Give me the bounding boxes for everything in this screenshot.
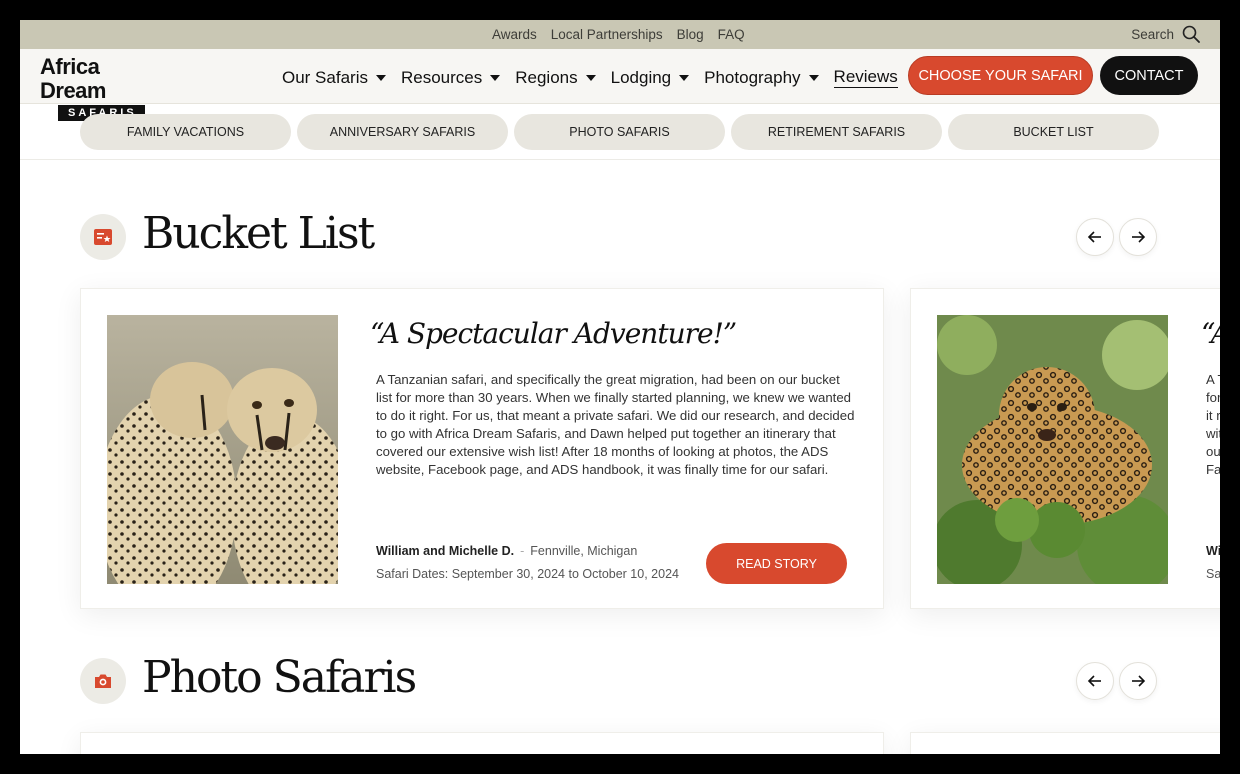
caret-down-icon [375, 74, 386, 81]
nav-label: Lodging [610, 67, 672, 87]
review-quote-title: “A Spectacular Adventure!” [370, 317, 737, 350]
nav-reviews[interactable]: Reviews [833, 67, 898, 88]
utility-link-awards[interactable]: Awards [492, 27, 537, 42]
arrow-left-icon [1087, 231, 1101, 243]
photo-safari-card-next [910, 732, 1220, 754]
nav-resources[interactable]: Resources [400, 67, 501, 88]
main-nav: Our Safaris Resources Regions Lodging Ph… [282, 67, 898, 88]
bucket-list-heading: Bucket List [142, 208, 375, 259]
arrow-right-icon [1132, 231, 1146, 243]
arrow-right-icon [1132, 675, 1146, 687]
browser-viewport: Awards Local Partnerships Blog FAQ Searc… [20, 20, 1220, 754]
photo-next-button[interactable] [1119, 662, 1157, 700]
review-author-line: Wi [1206, 544, 1220, 558]
category-pills: FAMILY VACATIONS ANNIVERSARY SAFARIS PHO… [80, 114, 1159, 150]
header-divider [20, 159, 1220, 160]
review-body: A T for it r wit ou Fac [1206, 371, 1220, 479]
nav-label: Our Safaris [282, 67, 368, 87]
camera-icon [95, 674, 111, 688]
device-frame: Awards Local Partnerships Blog FAQ Searc… [0, 0, 1240, 774]
utility-link-blog[interactable]: Blog [677, 27, 704, 42]
caret-down-icon [808, 74, 819, 81]
bucket-list-section-icon [80, 214, 126, 260]
nav-label: Reviews [833, 67, 898, 88]
pill-family-vacations[interactable]: FAMILY VACATIONS [80, 114, 291, 150]
utility-links: Awards Local Partnerships Blog FAQ [492, 27, 745, 42]
list-star-icon [94, 229, 112, 245]
nav-regions[interactable]: Regions [515, 67, 596, 88]
search-icon [1182, 25, 1200, 43]
photo-safaris-section-icon [80, 658, 126, 704]
review-body: A Tanzanian safari, and specifically the… [376, 372, 855, 477]
choose-your-safari-button[interactable]: CHOOSE YOUR SAFARI [908, 56, 1093, 95]
leopard-photo [937, 315, 1168, 584]
review-author: William and Michelle D. [376, 544, 515, 558]
review-dates: Safari Dates: September 30, 2024 to Octo… [376, 567, 679, 581]
review-author-line: William and Michelle D. - Fennville, Michi… [376, 544, 637, 558]
caret-down-icon [585, 74, 596, 81]
main-header: Africa Dream SAFARIS Our Safaris Resourc… [20, 49, 1220, 121]
photo-safaris-heading: Photo Safaris [142, 652, 417, 703]
bucket-prev-button[interactable] [1076, 218, 1114, 256]
contact-button[interactable]: CONTACT [1100, 56, 1198, 95]
nav-photography[interactable]: Photography [704, 67, 819, 88]
site-logo[interactable]: Africa Dream SAFARIS [40, 55, 160, 121]
review-body-line: ou [1206, 444, 1220, 459]
nav-lodging[interactable]: Lodging [611, 67, 690, 88]
search-button[interactable]: Search [1131, 25, 1200, 43]
review-body-line: for [1206, 390, 1220, 405]
nav-our-safaris[interactable]: Our Safaris [282, 67, 386, 88]
review-card-next: “A A T for it r wit ou Fac Wi Sa [910, 288, 1220, 609]
read-story-button[interactable]: READ STORY [706, 543, 847, 584]
pill-anniversary-safaris[interactable]: ANNIVERSARY SAFARIS [297, 114, 508, 150]
review-quote-title: “A [1201, 317, 1220, 350]
utility-bar: Awards Local Partnerships Blog FAQ Searc… [20, 20, 1220, 49]
review-body-line: it r [1206, 408, 1220, 423]
search-label: Search [1131, 26, 1174, 42]
nav-label: Regions [515, 67, 578, 87]
cheetah-photo [107, 315, 338, 584]
review-location: Fennville, Michigan [530, 544, 638, 558]
author-separator: - [520, 544, 525, 558]
pill-photo-safaris[interactable]: PHOTO SAFARIS [514, 114, 725, 150]
bucket-next-button[interactable] [1119, 218, 1157, 256]
review-author: Wi [1206, 544, 1220, 558]
nav-label: Photography [704, 67, 801, 87]
review-body-line: Fac [1206, 462, 1220, 477]
review-card: “A Spectacular Adventure!” A Tanzanian s… [80, 288, 884, 609]
pill-retirement-safaris[interactable]: RETIREMENT SAFARIS [731, 114, 942, 150]
pill-bucket-list[interactable]: BUCKET LIST [948, 114, 1159, 150]
photo-safari-card [80, 732, 884, 754]
nav-label: Resources [400, 67, 483, 87]
review-body-line: wit [1206, 426, 1220, 441]
review-body-line: A T [1206, 372, 1220, 387]
photo-prev-button[interactable] [1076, 662, 1114, 700]
caret-down-icon [679, 74, 690, 81]
review-dates: Sa [1206, 567, 1220, 581]
caret-down-icon [490, 74, 501, 81]
logo-wordmark: Africa Dream [40, 54, 106, 103]
utility-link-faq[interactable]: FAQ [718, 27, 745, 42]
utility-link-local-partnerships[interactable]: Local Partnerships [551, 27, 663, 42]
arrow-left-icon [1087, 675, 1101, 687]
